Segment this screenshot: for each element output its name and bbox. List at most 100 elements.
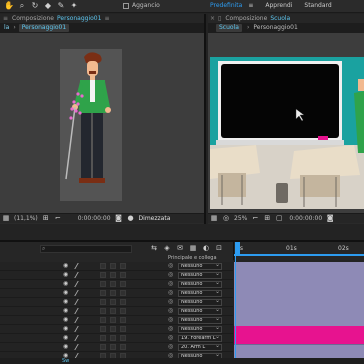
resolution-select[interactable]: Dimezzata [139, 215, 171, 222]
track-bar-lavender[interactable] [234, 344, 364, 358]
switch-box[interactable] [110, 326, 116, 332]
switch-box[interactable] [120, 317, 126, 323]
quality-switch-icon[interactable] [74, 344, 84, 350]
visibility-eye-icon[interactable]: ◉ [63, 281, 69, 287]
switch-box[interactable] [120, 263, 126, 269]
switch-box[interactable] [120, 308, 126, 314]
switch-box[interactable] [120, 281, 126, 287]
chevron-icon[interactable]: ⌐ [251, 215, 259, 222]
search-input[interactable] [40, 245, 132, 253]
switch-box[interactable] [100, 281, 106, 287]
switch-box[interactable] [120, 272, 126, 278]
draft-3d-icon[interactable]: ◈ [163, 245, 171, 252]
time-ruler[interactable]: 0s 01s 02s [233, 242, 364, 260]
zoom-level[interactable]: (11,1%) [14, 215, 38, 222]
graph-editor-icon[interactable]: ⊡ [215, 245, 223, 252]
shy-layers-icon[interactable]: ✉ [176, 245, 184, 252]
pick-whip-icon[interactable]: ◎ [168, 326, 174, 332]
zoom-level-right[interactable]: 25% [234, 215, 247, 222]
switch-box[interactable] [110, 299, 116, 305]
right-viewer[interactable] [208, 33, 364, 213]
tab-partial[interactable]: la [4, 25, 9, 31]
motion-blur-icon[interactable]: ◐ [202, 245, 210, 252]
switch-box[interactable] [110, 317, 116, 323]
left-viewer[interactable] [0, 33, 204, 213]
timecode-right[interactable]: 0:00:00:00 [289, 215, 322, 222]
parent-select[interactable]: Nessuno [178, 263, 222, 270]
switch-box[interactable] [110, 290, 116, 296]
comp-flowchart-icon[interactable]: ⇆ [150, 245, 158, 252]
parent-select[interactable]: 19. Forearm L [178, 335, 222, 342]
quality-switch-icon[interactable] [74, 281, 84, 287]
switch-box[interactable] [100, 290, 106, 296]
workspace-predefinita[interactable]: Predefinita [210, 3, 242, 9]
parent-select[interactable]: Nessuno [178, 299, 222, 306]
quality-switch-icon[interactable] [74, 299, 84, 305]
quality-switch-icon[interactable] [74, 308, 84, 314]
table-row[interactable]: ◉ ◎ 19. Forearm L [0, 334, 233, 343]
switch-box[interactable] [100, 344, 106, 350]
work-area-bar[interactable] [234, 254, 364, 256]
color-swatch-icon[interactable]: ● [127, 215, 135, 222]
tab-scuola[interactable]: Scuola [216, 24, 242, 32]
footer-label[interactable]: Sw [62, 358, 69, 364]
switch-box[interactable] [100, 326, 106, 332]
switch-box[interactable] [100, 317, 106, 323]
switch-box[interactable] [110, 335, 116, 341]
parent-select[interactable]: Nessuno [178, 281, 222, 288]
switch-box[interactable] [100, 335, 106, 341]
parent-select[interactable]: Nessuno [178, 290, 222, 297]
snap-toggle[interactable]: Aggancio [123, 3, 160, 9]
table-row[interactable]: ◉ ◎ Nessuno [0, 280, 233, 289]
pick-whip-icon[interactable]: ◎ [168, 272, 174, 278]
switch-box[interactable] [110, 263, 116, 269]
camera-icon[interactable]: ◙ [115, 215, 123, 222]
switch-box[interactable] [100, 299, 106, 305]
switch-box[interactable] [120, 299, 126, 305]
visibility-eye-icon[interactable]: ◉ [63, 308, 69, 314]
switch-box[interactable] [120, 326, 126, 332]
visibility-eye-icon[interactable]: ◉ [63, 335, 69, 341]
track-area[interactable] [234, 262, 364, 358]
pick-whip-icon[interactable]: ◎ [168, 335, 174, 341]
switch-box[interactable] [120, 344, 126, 350]
table-row[interactable]: ◉ ◎ Nessuno [0, 316, 233, 325]
switch-box[interactable] [120, 290, 126, 296]
tab-personaggio01-right[interactable]: Personaggio01 [253, 25, 297, 31]
comp-title-name-right[interactable]: Scuola [270, 15, 290, 22]
table-row[interactable]: ◉ ◎ Nessuno [0, 298, 233, 307]
pick-whip-icon[interactable]: ◎ [168, 290, 174, 296]
table-row[interactable]: ◉ ◎ Nessuno [0, 325, 233, 334]
quality-switch-icon[interactable] [74, 263, 84, 269]
lock-icon[interactable]: ▯ [218, 15, 221, 22]
quality-switch-icon[interactable] [74, 335, 84, 341]
panel-menu-icon[interactable]: ≡ [3, 15, 8, 22]
switch-box[interactable] [110, 308, 116, 314]
pan-tool-icon[interactable]: ✋ [4, 1, 14, 11]
pick-whip-icon[interactable]: ◎ [168, 281, 174, 287]
workspace-standard[interactable]: Standard [304, 3, 331, 9]
visibility-eye-icon[interactable]: ◉ [63, 344, 69, 350]
pick-whip-icon[interactable]: ◎ [168, 317, 174, 323]
table-row[interactable]: ◉ ◎ Nessuno [0, 271, 233, 280]
switch-box[interactable] [110, 281, 116, 287]
switch-box[interactable] [110, 344, 116, 350]
quality-switch-icon[interactable] [74, 326, 84, 332]
pick-whip-icon[interactable]: ◎ [168, 263, 174, 269]
switch-box[interactable] [100, 263, 106, 269]
visibility-eye-icon[interactable]: ◉ [63, 299, 69, 305]
quality-switch-icon[interactable] [74, 290, 84, 296]
parent-select[interactable]: Nessuno [178, 317, 222, 324]
parent-select[interactable]: Nessuno [178, 272, 222, 279]
parent-select[interactable]: 20. Arm L [178, 344, 222, 351]
tab-personaggio01[interactable]: Personaggio01 [18, 24, 70, 32]
parent-select[interactable]: Nessuno [178, 326, 222, 333]
visibility-eye-icon[interactable]: ◉ [63, 326, 69, 332]
pick-whip-icon[interactable]: ◎ [168, 299, 174, 305]
switch-box[interactable] [100, 308, 106, 314]
pick-whip-icon[interactable]: ◎ [168, 344, 174, 350]
brush-tool-icon[interactable]: ✎ [56, 1, 66, 11]
table-row[interactable]: ◉ ◎ 20. Arm L [0, 343, 233, 352]
switch-box[interactable] [100, 272, 106, 278]
visibility-eye-icon[interactable]: ◉ [63, 290, 69, 296]
